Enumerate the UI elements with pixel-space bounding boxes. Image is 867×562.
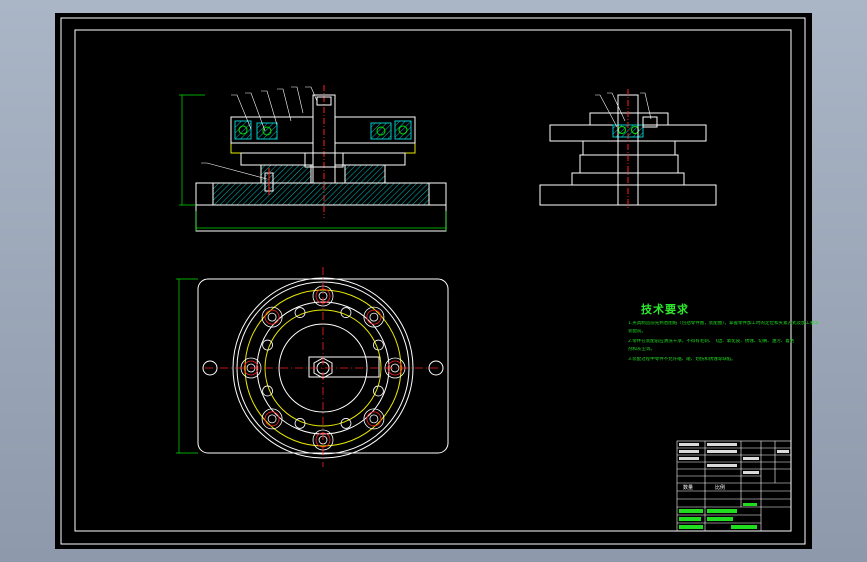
inner-border [74, 29, 792, 532]
bolt-hole [264, 411, 280, 427]
bolt-hole [369, 312, 379, 322]
pin-hole [373, 339, 384, 351]
bolt-hole [264, 309, 280, 325]
tech-note-line: 1.夹具制造前先熟悉图纸（包括零件图，装配图），掌握零件加工时的定位和夹紧方式及… [628, 321, 818, 326]
outer-border [60, 17, 806, 545]
pin-hole [262, 339, 273, 351]
bolt-hole [267, 414, 277, 424]
bolt-hole [366, 309, 382, 325]
tech-note-line: 2.零件在装配前应清洗干净，不得有毛刺、飞边、氧化皮、锈蚀、切屑、油污、着色 [628, 339, 795, 344]
title-block[interactable]: 比例 数量 [676, 440, 792, 532]
plan-view[interactable] [176, 267, 449, 467]
tech-note-line: 剂和灰尘等。 [628, 347, 655, 352]
bolt-hole [369, 414, 379, 424]
side-section-view[interactable] [539, 89, 717, 209]
bolt-hole [366, 411, 382, 427]
tech-note-line: 装配前。 [628, 329, 646, 334]
bolt-hole [267, 312, 277, 322]
pin-hole [373, 385, 384, 397]
front-section-view[interactable] [179, 85, 447, 232]
pin-hole [340, 307, 352, 318]
pin-hole [294, 307, 306, 318]
pin-hole [262, 385, 273, 397]
drawing-viewport[interactable]: 比例 数量 技术要求 1.夹具制造前先熟悉图纸（包括零件图，装配图），掌握零件加… [55, 13, 818, 549]
qty-label: 数量 [683, 484, 693, 491]
pin-hole [294, 418, 306, 429]
tech-note-line: 3.装配过程中零件不允许磕、碰、划伤和锈蚀等缺陷。 [628, 357, 736, 362]
tech-requirements-title: 技术要求 [641, 303, 689, 316]
drawing-sheet: 比例 数量 [60, 17, 806, 545]
scale-label: 比例 [715, 484, 725, 491]
pin-hole [340, 418, 352, 429]
